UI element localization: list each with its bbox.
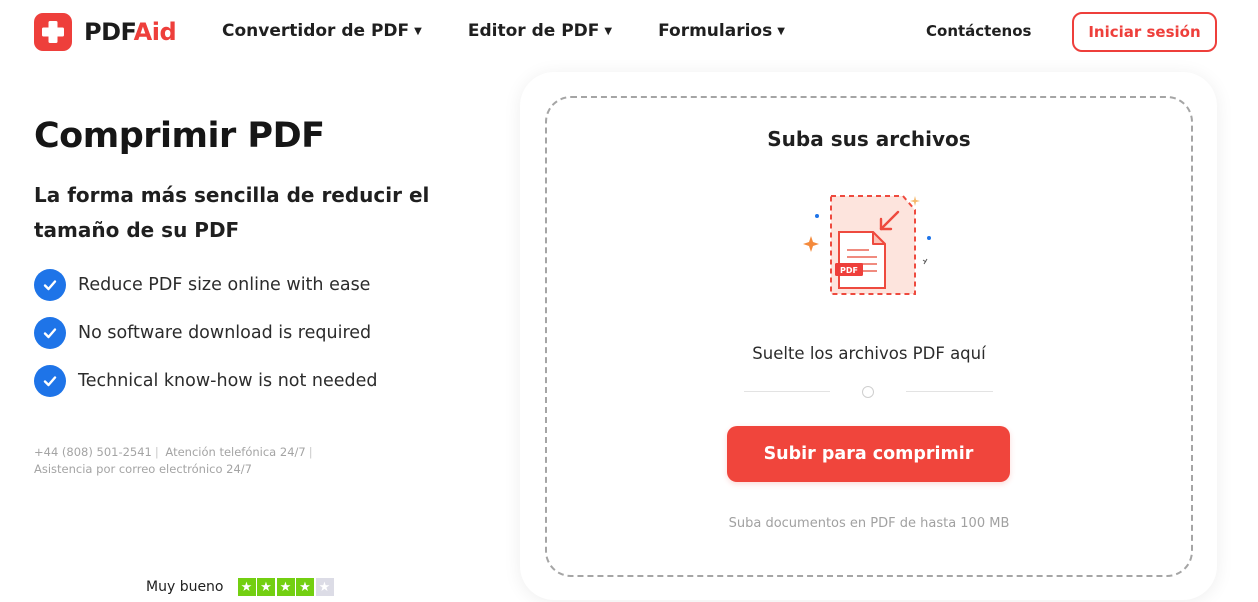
nav-forms[interactable]: Formularios ▼ <box>658 21 785 41</box>
feature-text: Technical know-how is not needed <box>78 371 378 391</box>
chevron-down-icon: ▼ <box>414 26 422 37</box>
support-info: +44 (808) 501-2541 | Atención telefónica … <box>34 445 313 476</box>
contact-link[interactable]: Contáctenos <box>926 22 1031 40</box>
star-icon: ★ <box>315 578 334 596</box>
support-phone-hours: Atención telefónica 24/7 <box>165 445 306 459</box>
upload-title: Suba sus archivos <box>767 127 971 151</box>
logo-text: PDFAid <box>84 18 177 46</box>
divider-left <box>744 391 830 392</box>
svg-text:PDF: PDF <box>840 266 858 275</box>
feature-text: Reduce PDF size online with ease <box>78 275 371 295</box>
nav-editor[interactable]: Editor de PDF ▼ <box>468 21 612 41</box>
star-icon: ★ <box>257 578 275 596</box>
login-button[interactable]: Iniciar sesión <box>1072 12 1217 52</box>
feature-text: No software download is required <box>78 323 372 343</box>
divider-right <box>906 391 993 392</box>
upload-to-compress-button[interactable]: Subir para comprimir <box>727 426 1010 482</box>
rating-label: Muy bueno <box>146 579 224 595</box>
drop-instructions: Suelte los archivos PDF aquí <box>752 344 986 363</box>
feature-item: No software download is required <box>34 317 378 349</box>
main-nav: Convertidor de PDF ▼ Editor de PDF ▼ For… <box>222 21 831 41</box>
page-title: Comprimir PDF <box>34 116 325 156</box>
compress-pdf-illustration: PDF <box>799 188 939 298</box>
check-icon <box>34 317 66 349</box>
chevron-down-icon: ▼ <box>777 26 785 37</box>
header: PDFAid Convertidor de PDF ▼ Editor de PD… <box>0 0 1258 64</box>
star-icon: ★ <box>276 578 295 596</box>
feature-item: Technical know-how is not needed <box>34 365 378 397</box>
plus-icon <box>34 13 72 51</box>
feature-list: Reduce PDF size online with ease No soft… <box>34 269 378 413</box>
nav-forms-label: Formularios <box>658 21 773 41</box>
check-icon <box>34 269 66 301</box>
support-email-hours: Asistencia por correo electrónico 24/7 <box>34 462 252 476</box>
page-subtitle: La forma más sencilla de reducir el tama… <box>34 183 430 242</box>
nav-converter[interactable]: Convertidor de PDF ▼ <box>222 21 422 41</box>
upload-size-hint: Suba documentos en PDF de hasta 100 MB <box>728 516 1010 531</box>
nav-editor-label: Editor de PDF <box>467 21 600 41</box>
divider-circle <box>862 386 874 398</box>
chevron-down-icon: ▼ <box>604 26 613 37</box>
logo[interactable]: PDFAid <box>34 13 177 51</box>
nav-converter-label: Convertidor de PDF <box>222 21 410 41</box>
support-phone[interactable]: +44 (808) 501-2541 <box>34 445 152 459</box>
feature-item: Reduce PDF size online with ease <box>34 269 378 301</box>
check-icon <box>34 365 66 397</box>
file-dropzone[interactable] <box>545 96 1193 577</box>
star-icon: ★ <box>237 578 256 596</box>
star-icon: ★ <box>296 578 314 596</box>
rating-stars: ★ ★ ★ ★ ★ <box>237 578 336 596</box>
trustpilot-rating[interactable]: Muy bueno ★ ★ ★ ★ ★ <box>146 578 335 596</box>
